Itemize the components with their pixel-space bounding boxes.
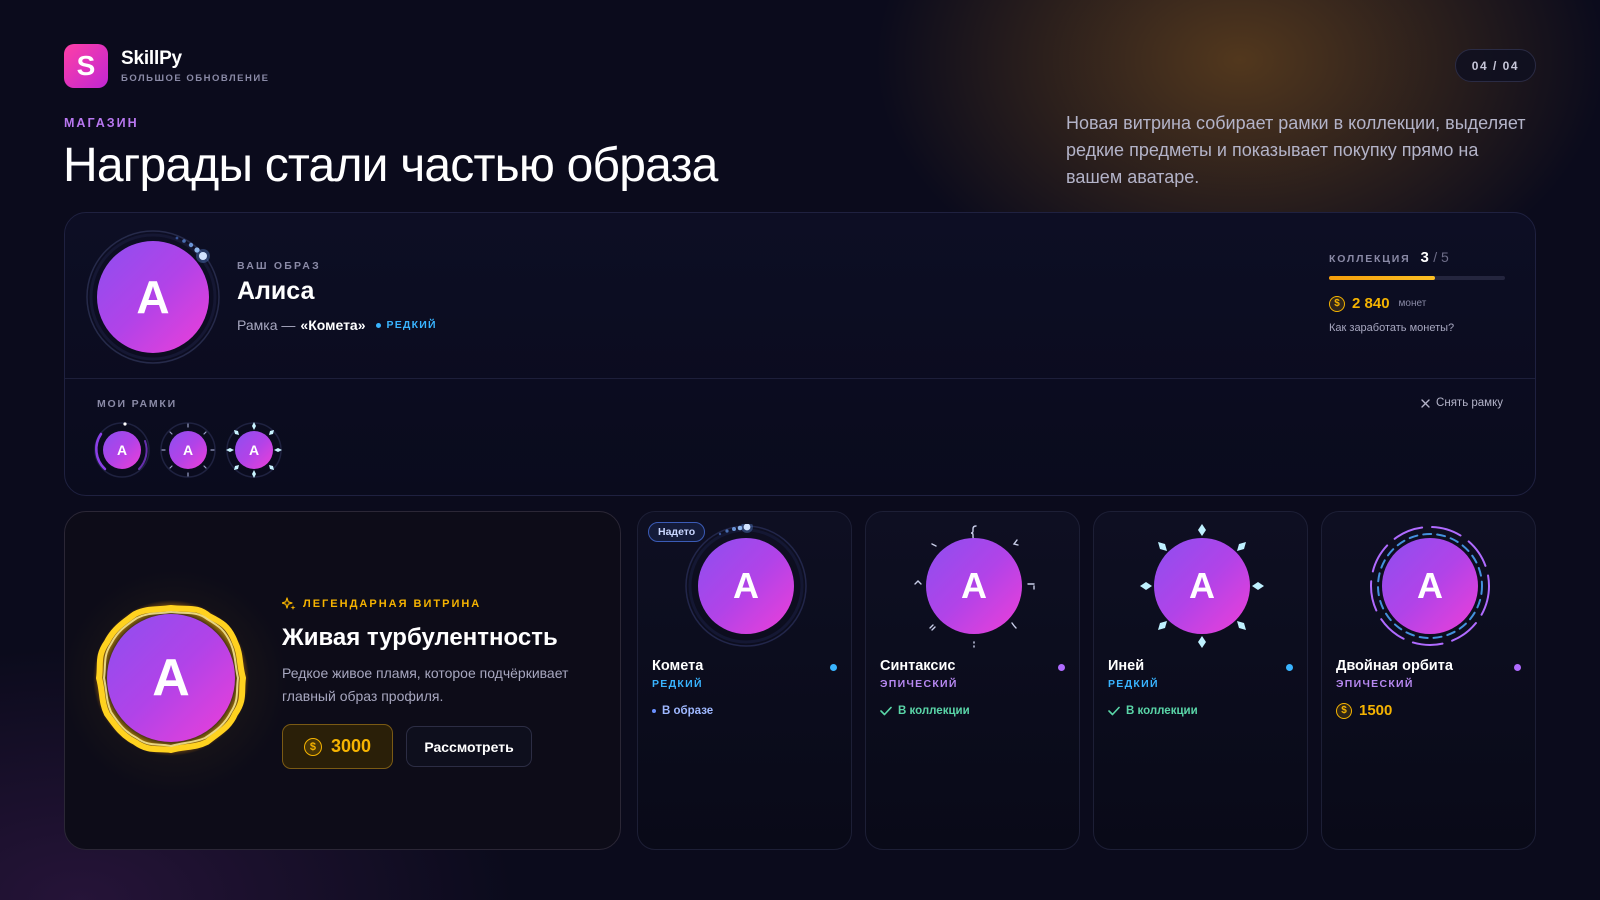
brand-logo: S bbox=[64, 44, 108, 88]
page-title: Награды стали частью образа bbox=[63, 139, 718, 192]
legendary-description: Редкое живое пламя, которое подчёркивает… bbox=[282, 665, 569, 704]
collection-summary: КОЛЛЕКЦИЯ 3 / 5 $ 2 840 монет Как зарабо… bbox=[1329, 249, 1505, 334]
legendary-tag-label: ЛЕГЕНДАРНАЯ ВИТРИНА bbox=[303, 598, 482, 610]
item-status-label: В коллекции bbox=[898, 705, 970, 717]
frame-prefix: Рамка — bbox=[237, 317, 296, 333]
profile-card: A ВАШ ОБРАЗ Алиса Рамка — «Комета» РЕДКИ… bbox=[64, 212, 1536, 496]
item-name: Комета bbox=[652, 658, 704, 674]
flame-frame: A bbox=[93, 600, 249, 756]
coins-balance: $ 2 840 монет bbox=[1329, 295, 1505, 312]
worn-dot-icon bbox=[652, 709, 656, 713]
coins-unit: монет bbox=[1398, 298, 1427, 309]
mini-frame-frost[interactable]: A bbox=[225, 421, 283, 479]
profile-avatar[interactable]: A bbox=[97, 241, 209, 353]
profile-eyebrow: ВАШ ОБРАЗ bbox=[237, 260, 321, 272]
my-frames-label: МОИ РАМКИ bbox=[97, 398, 177, 410]
item-status: В коллекции bbox=[880, 705, 970, 717]
collection-progress-fill bbox=[1329, 276, 1435, 280]
profile-avatar-frame: A bbox=[85, 229, 221, 365]
item-name: Двойная орбита bbox=[1336, 658, 1453, 674]
item-card-comet[interactable]: Надето A Комета РЕДКИЙ В образе bbox=[637, 511, 852, 850]
close-icon bbox=[1421, 398, 1430, 408]
my-frames-list: A A A bbox=[93, 421, 283, 479]
brand-subtitle: БОЛЬШОЕ ОБНОВЛЕНИЕ bbox=[121, 73, 270, 84]
coin-icon: $ bbox=[1336, 702, 1352, 719]
remove-frame-button[interactable]: Снять рамку bbox=[1421, 397, 1503, 409]
item-price[interactable]: $ 1500 bbox=[1336, 702, 1392, 719]
coins-amount: 2 840 bbox=[1352, 295, 1390, 312]
coin-icon: $ bbox=[303, 737, 322, 756]
view-button[interactable]: Рассмотреть bbox=[406, 726, 532, 767]
mini-frame-comet[interactable]: A bbox=[93, 421, 151, 479]
collection-label: КОЛЛЕКЦИЯ bbox=[1329, 253, 1411, 265]
collection-count-group: 3 / 5 bbox=[1420, 249, 1448, 267]
item-rarity: РЕДКИЙ bbox=[1108, 678, 1159, 690]
item-name: Синтаксис bbox=[880, 658, 956, 674]
item-status-label: В коллекции bbox=[1126, 705, 1198, 717]
legendary-price: 3000 bbox=[330, 736, 372, 756]
item-avatar: A bbox=[698, 538, 794, 634]
item-price-value: 1500 bbox=[1359, 702, 1393, 719]
rarity-dot bbox=[1058, 664, 1065, 671]
item-visual: A bbox=[912, 524, 1036, 648]
item-status: В образе bbox=[652, 705, 713, 717]
page-counter: 04 / 04 bbox=[1454, 49, 1536, 82]
item-avatar: A bbox=[926, 538, 1022, 634]
item-avatar: A bbox=[1382, 538, 1478, 634]
collection-progress bbox=[1329, 276, 1505, 280]
item-status: В коллекции bbox=[1108, 705, 1198, 717]
item-card-frost[interactable]: A Иней РЕДКИЙ В коллекции bbox=[1093, 511, 1308, 850]
legendary-showcase-card: A ЛЕГЕНДАРНАЯ ВИТРИНА Живая турбулентнос… bbox=[64, 511, 621, 850]
item-visual: A bbox=[1140, 524, 1264, 648]
legendary-tag: ЛЕГЕНДАРНАЯ ВИТРИНА bbox=[282, 597, 481, 611]
mini-avatar: A bbox=[103, 431, 141, 469]
collection-total: / 5 bbox=[1433, 249, 1449, 265]
item-status-label: В образе bbox=[662, 705, 714, 717]
item-visual: A bbox=[684, 524, 808, 648]
item-rarity: ЭПИЧЕСКИЙ bbox=[880, 678, 958, 690]
item-visual: A bbox=[1368, 524, 1492, 648]
rarity-dot bbox=[1286, 664, 1293, 671]
lead-text: Новая витрина собирает рамки в коллекции… bbox=[1066, 113, 1526, 187]
rarity-dot bbox=[1514, 664, 1521, 671]
mini-frame-syntax[interactable]: A bbox=[159, 421, 217, 479]
rarity-dot bbox=[830, 664, 837, 671]
buy-button[interactable]: $ 3000 bbox=[282, 724, 393, 769]
sparkle-icon bbox=[282, 597, 296, 610]
collection-header: КОЛЛЕКЦИЯ 3 / 5 bbox=[1329, 249, 1505, 267]
coin-icon: $ bbox=[1329, 295, 1345, 312]
item-card-syntax[interactable]: A Синтаксис ЭПИЧЕСКИЙ В коллекции bbox=[865, 511, 1080, 850]
check-icon bbox=[880, 706, 892, 716]
frame-name: «Комета» bbox=[300, 317, 366, 333]
item-rarity: РЕДКИЙ bbox=[652, 678, 703, 690]
mini-avatar: A bbox=[235, 431, 273, 469]
item-card-double-orbit[interactable]: A Двойная орбита ЭПИЧЕСКИЙ $ 1500 bbox=[1321, 511, 1536, 850]
check-icon bbox=[1108, 706, 1120, 716]
divider bbox=[65, 378, 1535, 379]
collection-count: 3 bbox=[1420, 249, 1429, 266]
frame-rarity: РЕДКИЙ bbox=[386, 319, 437, 331]
brand-text: SkillPy БОЛЬШОЕ ОБНОВЛЕНИЕ bbox=[121, 48, 270, 84]
legendary-avatar: A bbox=[107, 614, 235, 742]
profile-name: Алиса bbox=[237, 277, 315, 305]
remove-frame-label: Снять рамку bbox=[1436, 397, 1503, 409]
item-avatar: A bbox=[1154, 538, 1250, 634]
item-rarity: ЭПИЧЕСКИЙ bbox=[1336, 678, 1414, 690]
brand: S SkillPy БОЛЬШОЕ ОБНОВЛЕНИЕ bbox=[64, 44, 270, 88]
earn-coins-link[interactable]: Как заработать монеты? bbox=[1329, 322, 1505, 334]
brand-name: SkillPy bbox=[121, 48, 182, 69]
profile-frame-info: Рамка — «Комета» РЕДКИЙ bbox=[237, 317, 437, 333]
item-name: Иней bbox=[1108, 658, 1145, 674]
rarity-dot bbox=[375, 322, 381, 328]
mini-avatar: A bbox=[169, 431, 207, 469]
legendary-title: Живая турбулентность bbox=[282, 624, 558, 651]
section-label: МАГАЗИН bbox=[64, 116, 139, 130]
